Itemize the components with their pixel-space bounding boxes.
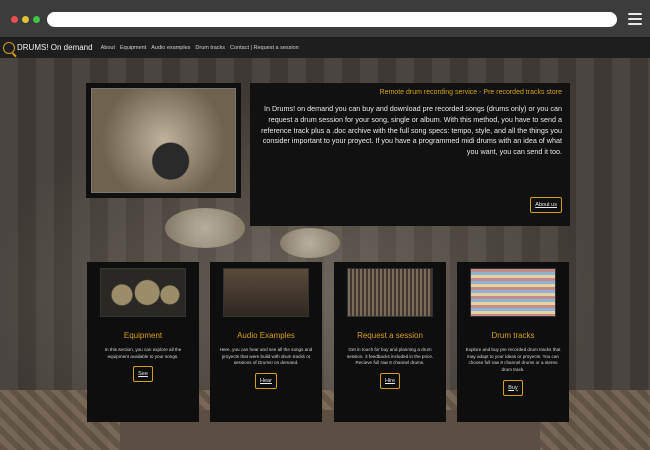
hear-button[interactable]: Hear xyxy=(255,372,277,389)
nav-link-audio-examples[interactable]: Audio examples xyxy=(151,45,190,51)
card-description: Here, you can hear and see all the songs… xyxy=(219,347,313,366)
card-request-session: Request a session Get in touch for buy a… xyxy=(334,262,446,422)
card-description: In this section, you can explore all the… xyxy=(104,347,182,359)
buy-button[interactable]: Buy xyxy=(503,379,523,396)
intro-panel: Remote drum recording service - Pre reco… xyxy=(250,83,570,226)
intro-section: Remote drum recording service - Pre reco… xyxy=(86,83,570,226)
brand-name: DRUMS! On demand xyxy=(17,43,93,52)
card-title: Equipment xyxy=(123,331,163,340)
card-title: Request a session xyxy=(357,331,423,340)
audio-examples-thumbnail xyxy=(223,268,309,317)
site-navbar: DRUMS! On demand About Equipment Audio e… xyxy=(0,37,650,58)
card-equipment: Equipment In this section, you can explo… xyxy=(87,262,199,422)
daw-tracks-thumbnail xyxy=(470,268,556,317)
intro-body: In Drums! on demand you can buy and down… xyxy=(261,104,562,157)
card-description: Explore and buy pre recorded drum tracks… xyxy=(465,347,561,372)
card-description: Get in touch for buy and planning a drum… xyxy=(346,347,434,366)
minimize-window-dot[interactable] xyxy=(22,16,29,23)
card-drum-tracks: Drum tracks Explore and buy pre recorded… xyxy=(457,262,569,422)
nav-link-contact[interactable]: Contact | Request a session xyxy=(230,45,299,51)
browser-chrome xyxy=(0,0,650,37)
hamburger-menu-icon[interactable] xyxy=(628,13,642,25)
nav-link-drum-tracks[interactable]: Drum tracks xyxy=(195,45,225,51)
hire-button[interactable]: Hire xyxy=(379,372,401,389)
studio-drumkit-photo xyxy=(86,83,241,198)
magnifier-logo-icon xyxy=(3,41,15,54)
card-title: Audio Examples xyxy=(237,331,295,340)
brand-logo[interactable]: DRUMS! On demand xyxy=(3,41,93,54)
maximize-window-dot[interactable] xyxy=(33,16,40,23)
close-window-dot[interactable] xyxy=(11,16,18,23)
nav-link-about[interactable]: About xyxy=(101,45,115,51)
address-bar[interactable] xyxy=(47,12,617,27)
card-audio-examples: Audio Examples Here, you can hear and se… xyxy=(210,262,322,422)
about-us-button[interactable]: About us xyxy=(530,197,562,213)
card-title: Drum tracks xyxy=(491,331,535,340)
nav-link-equipment[interactable]: Equipment xyxy=(120,45,146,51)
equipment-thumbnail xyxy=(100,268,186,317)
mixing-console-thumbnail xyxy=(347,268,433,317)
nav-links: About Equipment Audio examples Drum trac… xyxy=(101,45,304,51)
intro-title: Remote drum recording service - Pre reco… xyxy=(379,89,562,96)
see-button[interactable]: See xyxy=(133,366,153,383)
